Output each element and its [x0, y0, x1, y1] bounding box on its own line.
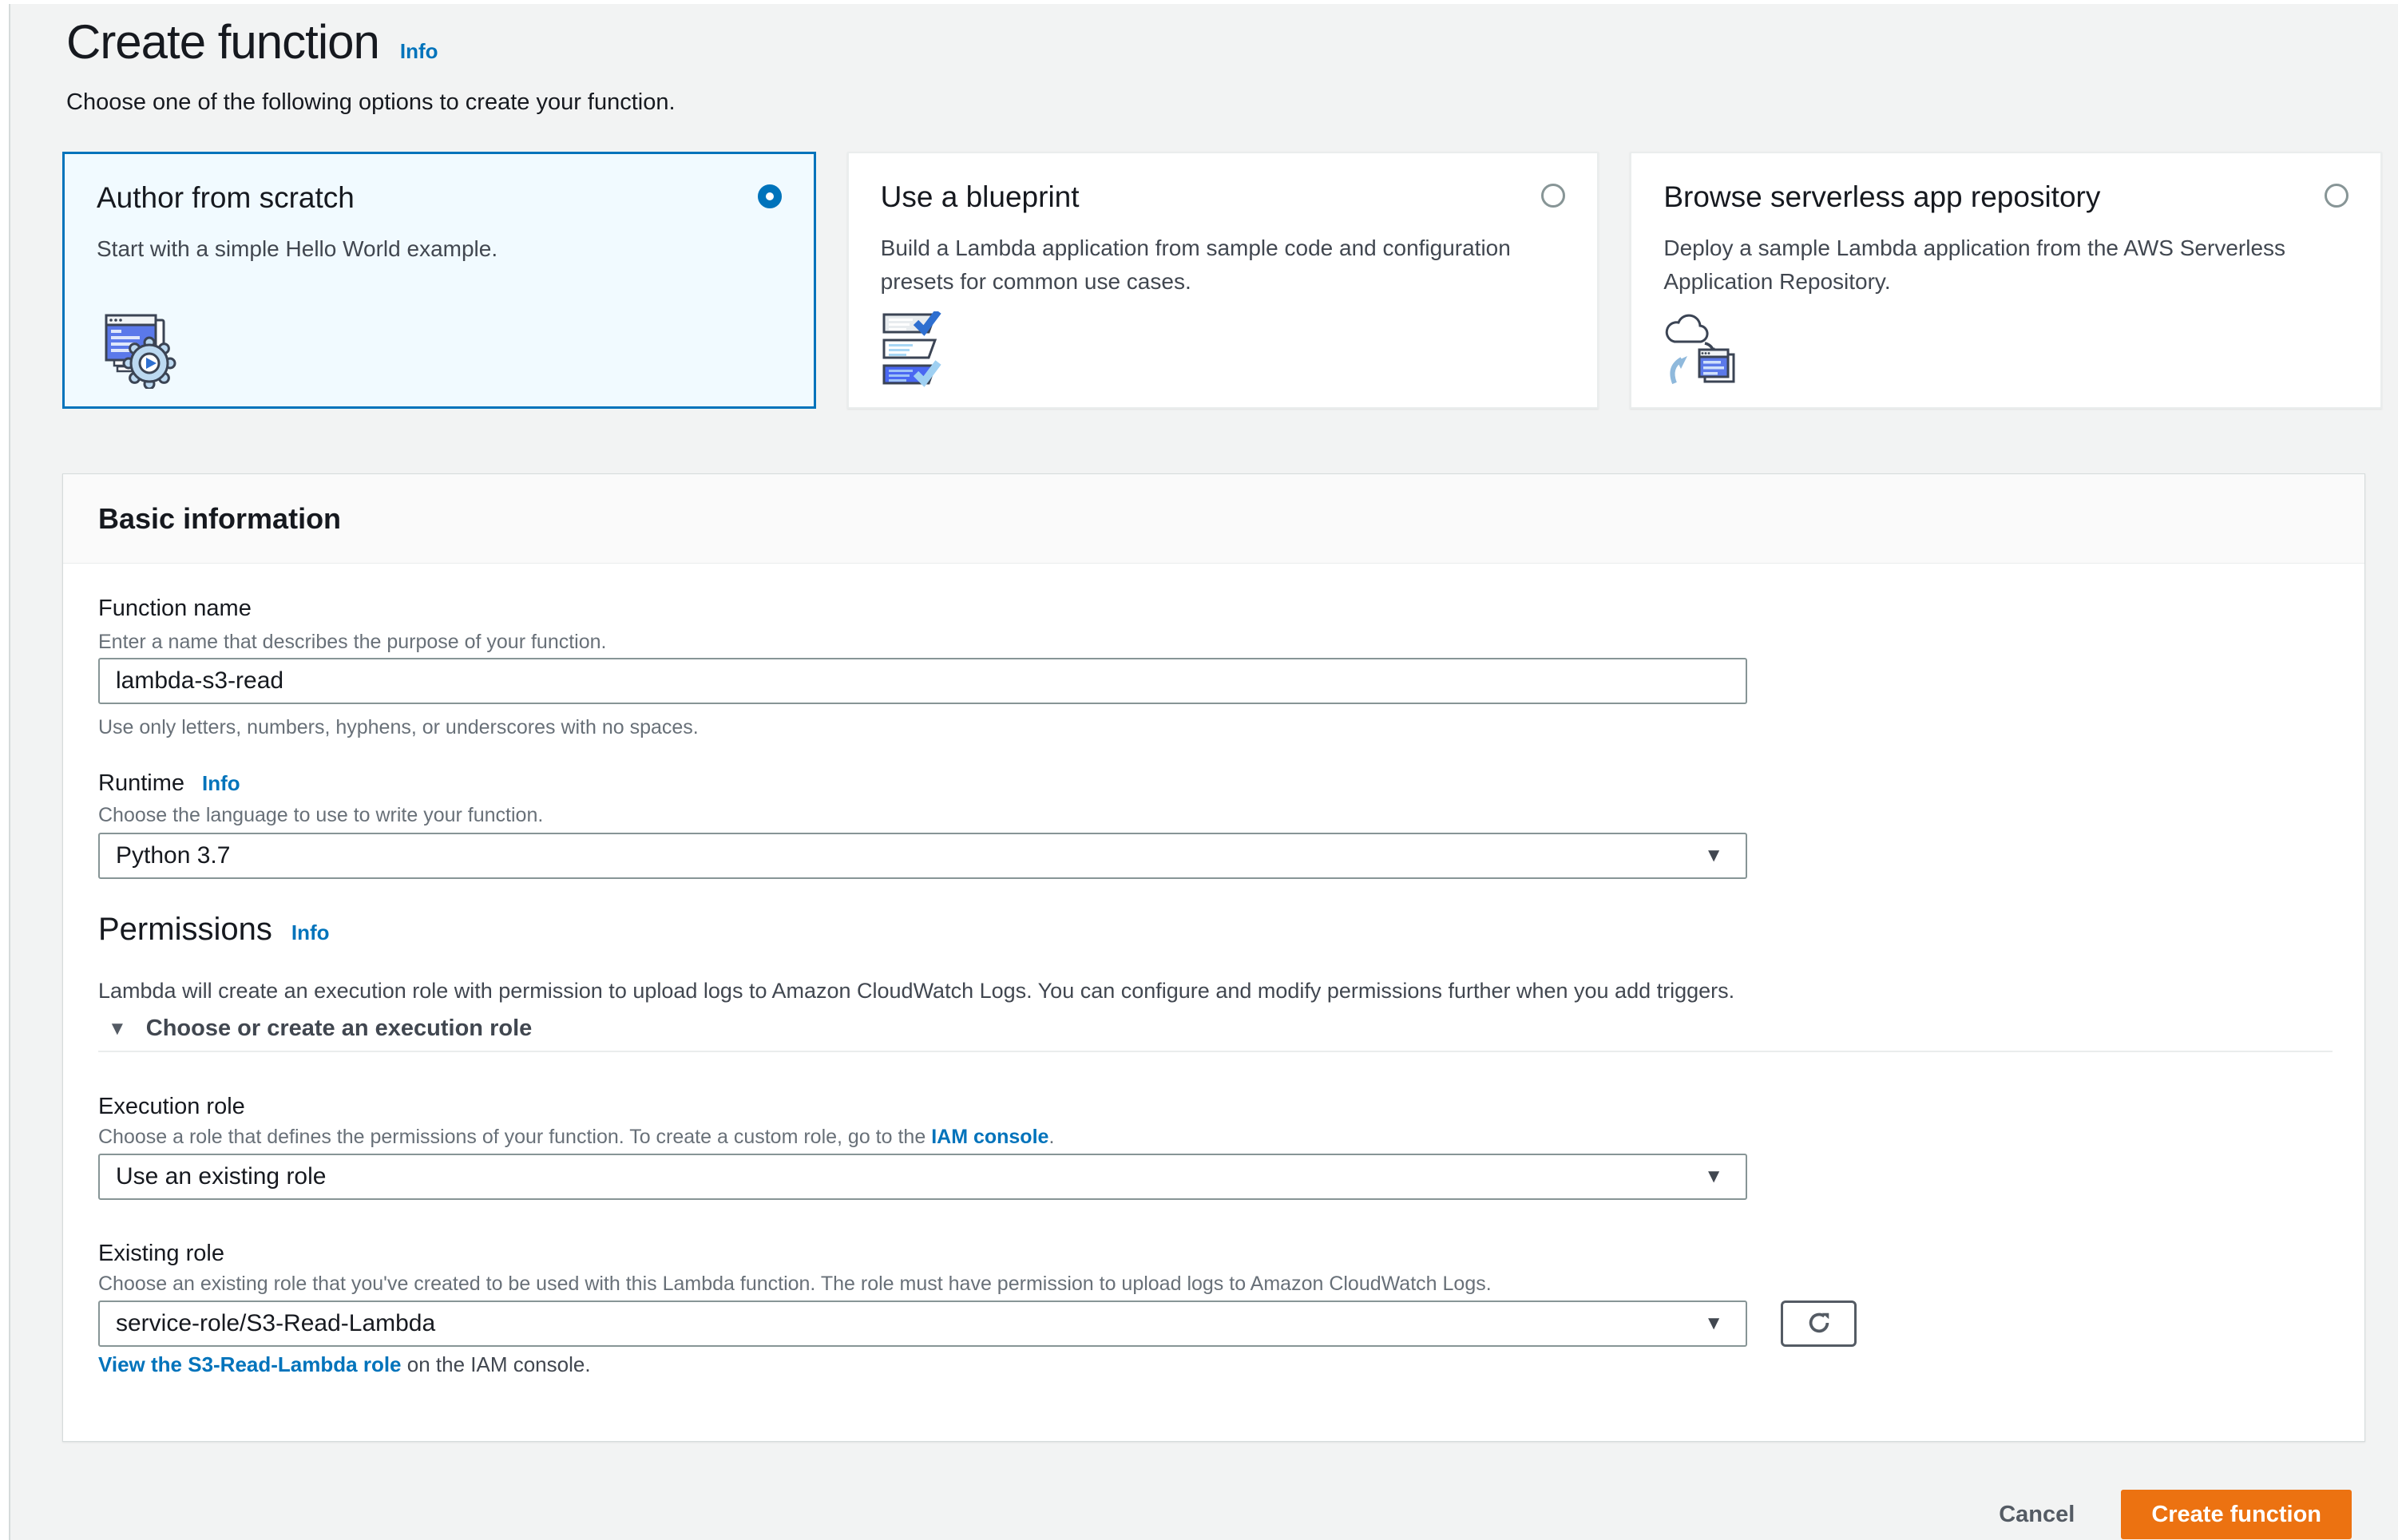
page-header: Create function Info [66, 14, 438, 69]
refresh-roles-button[interactable] [1781, 1300, 1857, 1347]
triangle-down-icon: ▼ [108, 1018, 127, 1040]
panel-header: Basic information [63, 474, 2364, 564]
permissions-heading: Permissions [98, 912, 272, 948]
existing-role-helper: Choose an existing role that you've crea… [98, 1273, 1492, 1296]
card-description: Deploy a sample Lambda application from … [1663, 232, 2318, 299]
page-title: Create function [66, 14, 379, 69]
execution-role-expander[interactable]: ▼ Choose or create an execution role [108, 1015, 532, 1042]
view-role-link[interactable]: View the S3-Read-Lambda role [98, 1352, 402, 1376]
chevron-down-icon: ▼ [1704, 1166, 1723, 1188]
card-description: Start with a simple Hello World example. [97, 232, 751, 266]
execution-role-helper: Choose a role that defines the permissio… [98, 1126, 1054, 1149]
chevron-down-icon: ▼ [1704, 1312, 1723, 1335]
runtime-selected-value: Python 3.7 [116, 842, 230, 869]
option-card-browse-serverless-app-repository[interactable]: Browse serverless app repository Deploy … [1630, 152, 2382, 409]
radio-use-a-blueprint[interactable] [1541, 184, 1565, 208]
radio-author-from-scratch[interactable] [758, 184, 782, 208]
card-title: Browse serverless app repository [1663, 180, 2100, 214]
chevron-down-icon: ▼ [1704, 845, 1723, 867]
runtime-label-row: Runtime Info [98, 770, 240, 797]
cancel-button[interactable]: Cancel [1999, 1502, 2075, 1528]
cloud-deploy-icon [1663, 311, 1746, 388]
runtime-helper: Choose the language to use to write your… [98, 804, 543, 827]
card-description: Build a Lambda application from sample c… [881, 232, 1536, 299]
section-divider [98, 1051, 2333, 1052]
blueprint-checklist-icon [881, 311, 964, 388]
existing-role-selected-value: service-role/S3-Read-Lambda [116, 1310, 435, 1337]
execution-role-label: Execution role [98, 1094, 245, 1120]
permissions-description: Lambda will create an execution role wit… [98, 979, 1734, 1004]
runtime-label: Runtime [98, 770, 184, 797]
refresh-icon [1805, 1309, 1833, 1339]
execution-role-select[interactable]: Use an existing role ▼ [98, 1154, 1747, 1200]
create-function-button[interactable]: Create function [2121, 1490, 2352, 1539]
iam-console-link[interactable]: IAM console [931, 1126, 1048, 1148]
runtime-info-link[interactable]: Info [202, 771, 240, 796]
page-info-link[interactable]: Info [400, 39, 438, 64]
runtime-select[interactable]: Python 3.7 ▼ [98, 833, 1747, 879]
existing-role-label: Existing role [98, 1241, 224, 1267]
function-name-constraint: Use only letters, numbers, hyphens, or u… [98, 716, 699, 739]
creation-option-cards: Author from scratch Start with a simple … [62, 152, 2382, 409]
card-title: Author from scratch [97, 181, 355, 215]
page-subtitle: Choose one of the following options to c… [66, 89, 676, 116]
panel-title: Basic information [98, 502, 341, 536]
existing-role-select[interactable]: service-role/S3-Read-Lambda ▼ [98, 1300, 1747, 1347]
footer-actions: Cancel Create function [1999, 1490, 2352, 1539]
radio-browse-serverless-app-repository[interactable] [2325, 184, 2348, 208]
function-name-label: Function name [98, 596, 252, 622]
expander-label: Choose or create an execution role [146, 1015, 532, 1042]
option-card-use-a-blueprint[interactable]: Use a blueprint Build a Lambda applicati… [847, 152, 1599, 409]
function-name-helper: Enter a name that describes the purpose … [98, 631, 607, 654]
view-role-line: View the S3-Read-Lambda role on the IAM … [98, 1352, 591, 1377]
permissions-info-link[interactable]: Info [291, 920, 330, 945]
basic-information-panel: Basic information Function name Enter a … [62, 473, 2365, 1442]
card-title: Use a blueprint [881, 180, 1080, 214]
option-card-author-from-scratch[interactable]: Author from scratch Start with a simple … [62, 152, 816, 409]
permissions-heading-row: Permissions Info [98, 912, 330, 948]
function-name-input[interactable] [98, 658, 1747, 704]
execution-role-selected-value: Use an existing role [116, 1163, 326, 1190]
top-edge [0, 0, 2398, 4]
code-window-gear-play-icon [97, 312, 180, 389]
collapsed-side-rail [0, 0, 10, 1540]
